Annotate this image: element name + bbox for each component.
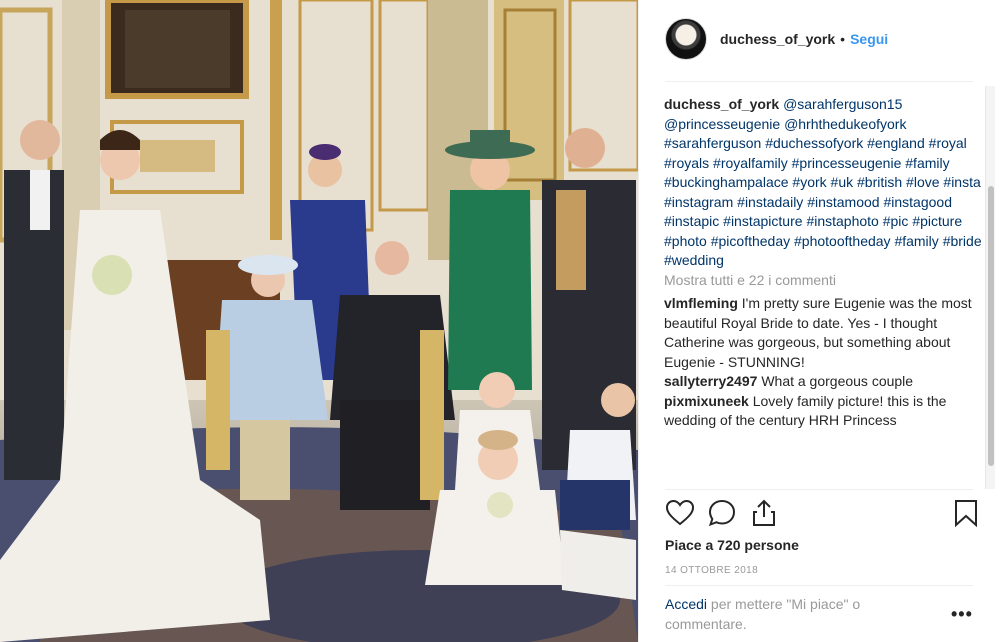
hashtag-link[interactable]: #photo: [664, 233, 707, 249]
hashtag-link[interactable]: #british: [857, 174, 902, 190]
comments-list: duchess_of_york @sarahferguson15 @prince…: [664, 95, 989, 486]
follow-button[interactable]: Segui: [850, 31, 888, 47]
comment-text: What a gorgeous couple: [761, 373, 914, 389]
post-header: duchess_of_york • Segui: [639, 0, 1000, 78]
action-bar: [665, 498, 983, 530]
likes-count[interactable]: Piace a 720 persone: [665, 537, 799, 553]
mention-link[interactable]: @princesseugenie: [664, 116, 780, 132]
header-username[interactable]: duchess_of_york: [720, 31, 835, 47]
caption-username[interactable]: duchess_of_york: [664, 96, 779, 112]
hashtag-link[interactable]: #royal: [929, 135, 967, 151]
hashtag-link[interactable]: #family: [894, 233, 938, 249]
hashtag-link[interactable]: #wedding: [664, 252, 724, 268]
hashtag-link[interactable]: #instapicture: [723, 213, 802, 229]
comment-item: pixmixuneek Lovely family picture! this …: [664, 392, 989, 431]
hashtag-link[interactable]: #instapic: [664, 213, 719, 229]
caption-tags: @sarahferguson15 @princesseugenie @hrhth…: [664, 96, 982, 268]
actions-divider: [665, 489, 973, 490]
mention-link[interactable]: @hrhthedukeofyork: [784, 116, 906, 132]
comment-item: sallyterry2497 What a gorgeous couple: [664, 372, 989, 392]
hashtag-link[interactable]: #insta: [943, 174, 980, 190]
hashtag-link[interactable]: #family: [905, 155, 949, 171]
hashtag-link[interactable]: #instaphoto: [806, 213, 878, 229]
hashtag-link[interactable]: #photooftheday: [794, 233, 891, 249]
hashtag-link[interactable]: #picture: [912, 213, 962, 229]
hashtag-link[interactable]: #bride: [943, 233, 982, 249]
hashtag-link[interactable]: #uk: [831, 174, 854, 190]
hashtag-link[interactable]: #york: [792, 174, 826, 190]
comments-scrollbar[interactable]: [985, 86, 995, 489]
footer-divider: [665, 585, 973, 586]
post-side-panel: duchess_of_york • Segui duchess_of_york …: [638, 0, 1000, 642]
heart-icon[interactable]: [665, 498, 695, 528]
hashtag-link[interactable]: #sarahferguson: [664, 135, 761, 151]
bookmark-icon[interactable]: [951, 498, 981, 528]
hashtag-link[interactable]: #duchessofyork: [765, 135, 863, 151]
hashtag-link[interactable]: #buckinghampalace: [664, 174, 789, 190]
separator-dot: •: [840, 31, 846, 47]
hashtag-link[interactable]: #england: [867, 135, 925, 151]
comment-item: vlmfleming I'm pretty sure Eugenie was t…: [664, 294, 989, 372]
wedding-family-photo: [0, 0, 638, 642]
mention-link[interactable]: @sarahferguson15: [783, 96, 902, 112]
post-photo[interactable]: [0, 0, 638, 642]
caption: duchess_of_york @sarahferguson15 @prince…: [664, 95, 989, 271]
login-prompt: Accedi per mettere "Mi piace" o commenta…: [665, 595, 945, 634]
hashtag-link[interactable]: #royalfamily: [713, 155, 788, 171]
comment-username[interactable]: pixmixuneek: [664, 393, 749, 409]
hashtag-link[interactable]: #royals: [664, 155, 709, 171]
hashtag-link[interactable]: #instadaily: [737, 194, 803, 210]
avatar[interactable]: [665, 18, 707, 60]
comment-username[interactable]: vlmfleming: [664, 295, 738, 311]
comment-bubble-icon[interactable]: [707, 498, 737, 528]
hashtag-link[interactable]: #instagood: [883, 194, 952, 210]
share-icon[interactable]: [749, 498, 779, 528]
hashtag-link[interactable]: #love: [906, 174, 939, 190]
hashtag-link[interactable]: #instamood: [807, 194, 879, 210]
show-all-comments-link[interactable]: Mostra tutti e 22 i commenti: [664, 271, 989, 291]
hashtag-link[interactable]: #princesseugenie: [792, 155, 902, 171]
hashtag-link[interactable]: #pic: [883, 213, 909, 229]
hashtag-link[interactable]: #instagram: [664, 194, 733, 210]
comment-username[interactable]: sallyterry2497: [664, 373, 757, 389]
post-date: 14 OTTOBRE 2018: [665, 565, 759, 576]
more-options-button[interactable]: •••: [951, 604, 973, 625]
header-divider: [665, 81, 973, 82]
scrollbar-thumb[interactable]: [988, 186, 994, 466]
hashtag-link[interactable]: #picoftheday: [711, 233, 790, 249]
login-link[interactable]: Accedi: [665, 596, 707, 612]
